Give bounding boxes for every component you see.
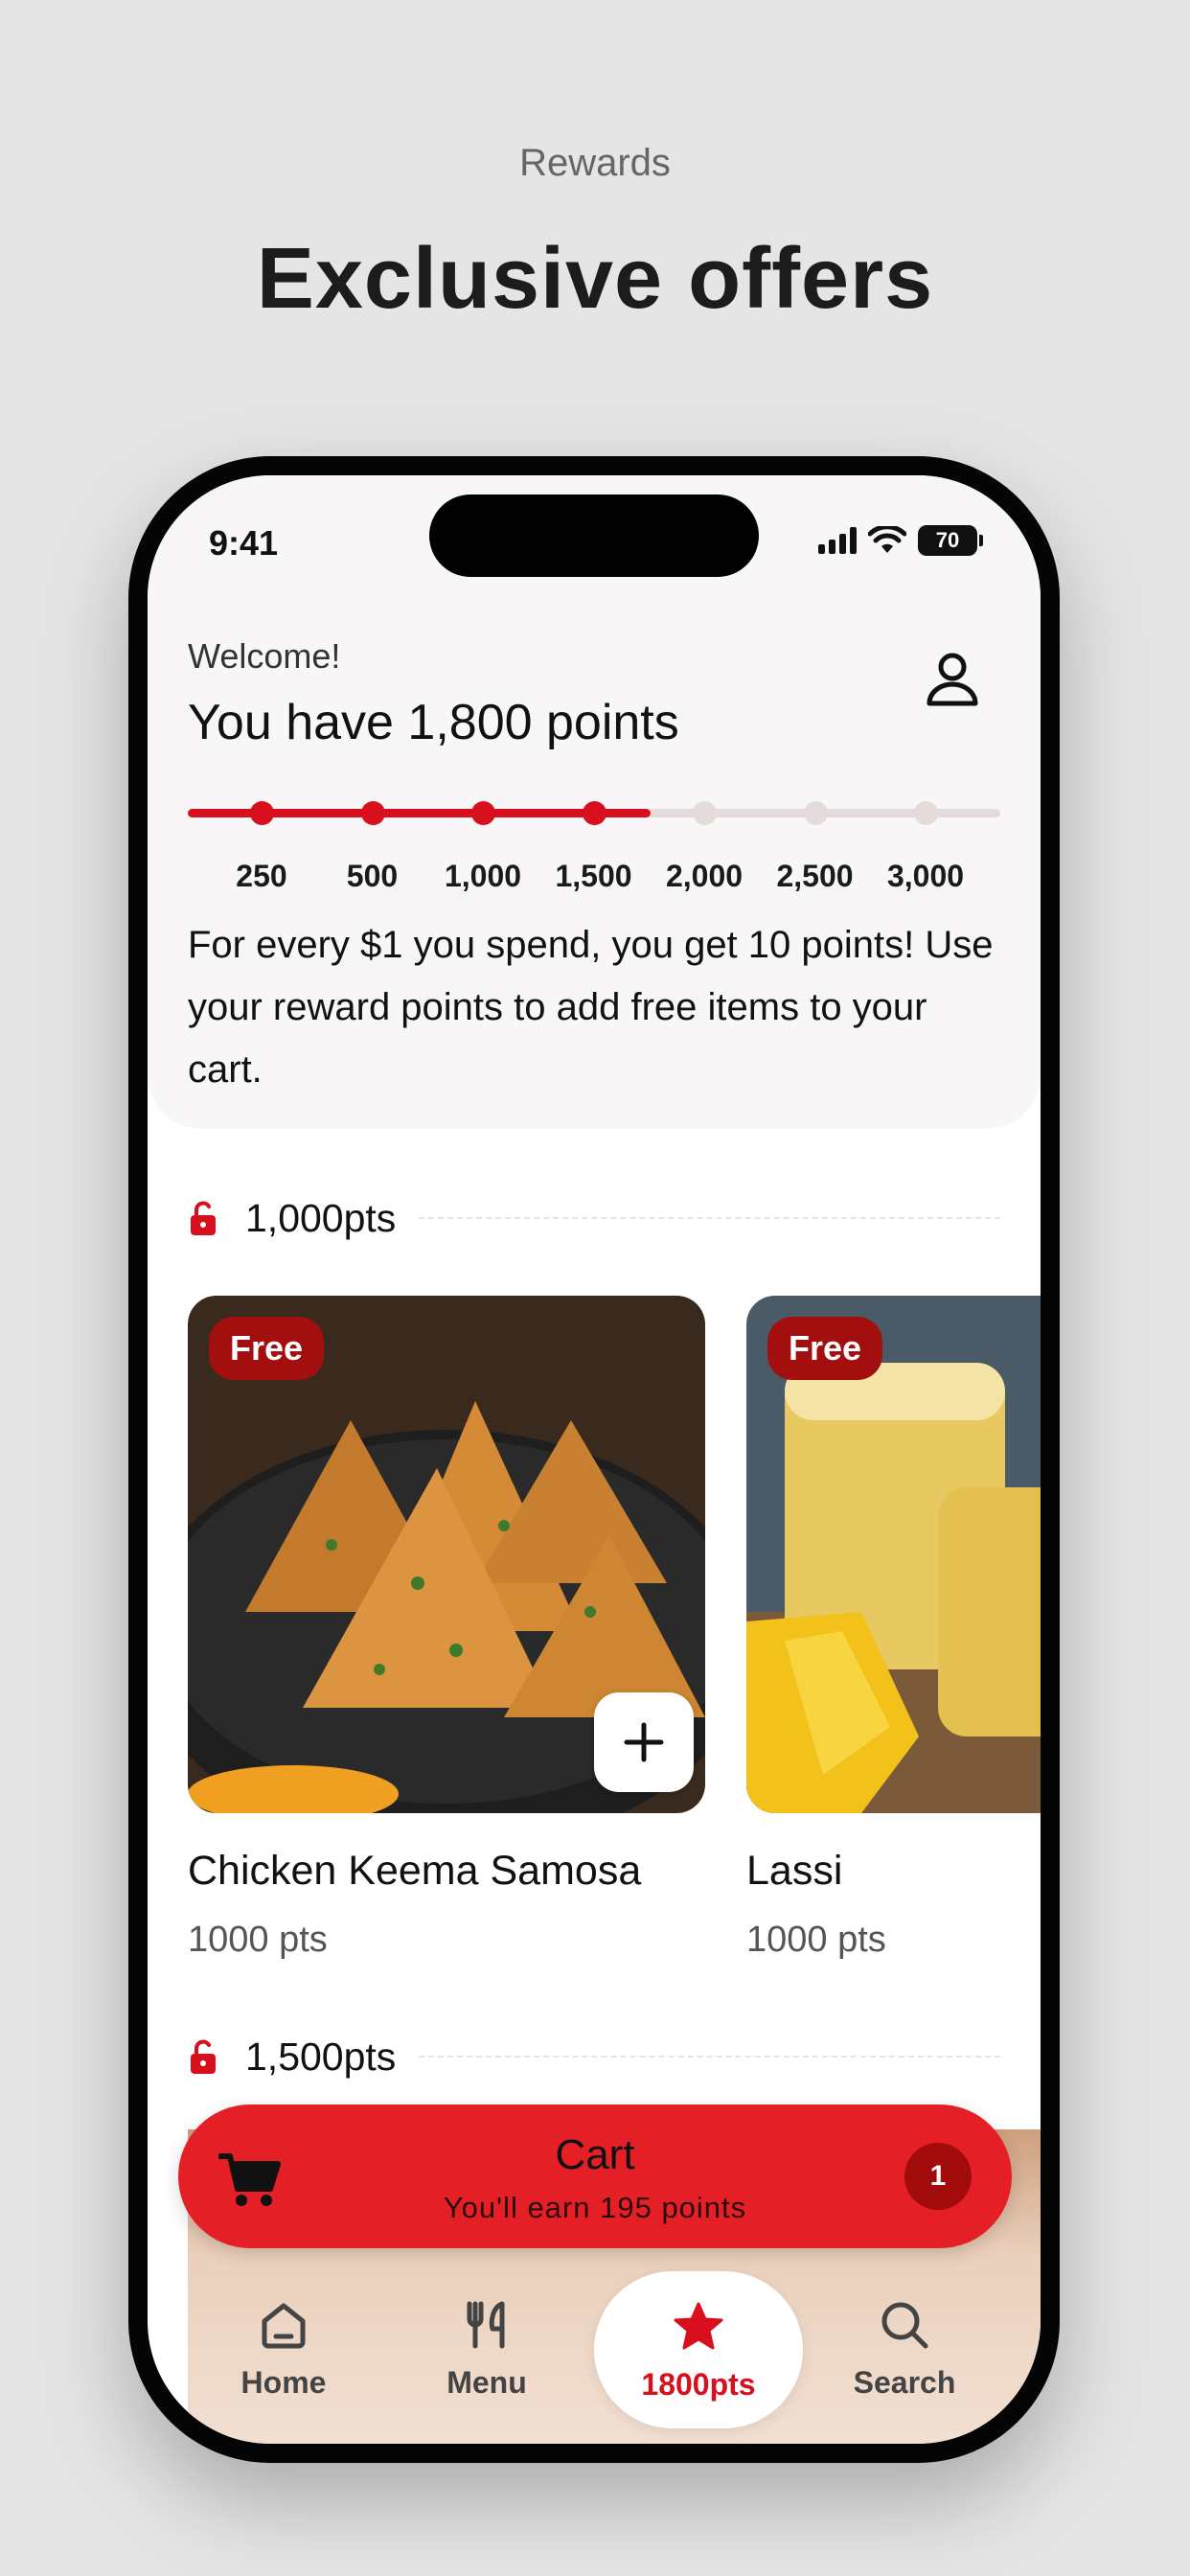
tab-bar: Home Menu 1800pts Search — [148, 2269, 1041, 2444]
cellular-signal-icon — [818, 527, 857, 554]
tab-menu[interactable]: Menu — [391, 2269, 583, 2432]
cart-points-earned: You'll earn 195 points — [443, 2191, 747, 2224]
tab-rewards[interactable]: 1800pts — [594, 2271, 803, 2428]
plus-icon — [624, 1722, 664, 1762]
utensils-icon — [467, 2301, 505, 2349]
milestone-dot — [803, 801, 828, 825]
tab-label: 1800pts — [641, 2367, 756, 2402]
phone-frame: 9:41 70 Welcome! You have 1,800 points 2… — [128, 456, 1060, 2463]
reward-item-card[interactable]: Free Chicken Keema Samosa 1000 pts — [188, 1296, 705, 1961]
dynamic-island — [429, 494, 759, 577]
samosa-image: Free — [188, 1296, 705, 1813]
cart-count-badge: 1 — [904, 2143, 972, 2210]
tab-label: Home — [240, 2365, 327, 2400]
milestone-dot — [250, 801, 274, 825]
tab-search[interactable]: Search — [809, 2269, 1000, 2432]
status-icons: 70 — [818, 525, 983, 556]
milestone-label: 2,500 — [776, 859, 854, 893]
headline: Exclusive offers — [256, 231, 934, 327]
section-header-1500: 1,500pts — [188, 2033, 1000, 2081]
section-divider — [419, 2056, 1000, 2058]
cart-button[interactable]: Cart You'll earn 195 points 1 — [178, 2104, 1012, 2248]
points-progress-bar — [188, 794, 1000, 832]
battery-icon: 70 — [918, 525, 983, 556]
milestone-dot — [582, 801, 606, 825]
tab-home[interactable]: Home — [188, 2269, 379, 2432]
milestone-label: 3,000 — [886, 859, 965, 893]
milestone-dot — [914, 801, 938, 825]
search-icon — [881, 2302, 928, 2349]
free-badge: Free — [767, 1317, 883, 1380]
item-points: 1000 pts — [188, 1920, 328, 1960]
unlock-icon — [191, 2039, 216, 2074]
section-label: 1,000pts — [245, 1195, 397, 1240]
section-label: 1,500pts — [245, 2034, 397, 2079]
add-button[interactable] — [594, 1692, 694, 1792]
tab-label: Menu — [446, 2365, 527, 2400]
milestone-dot — [471, 801, 495, 825]
person-icon[interactable] — [922, 648, 983, 709]
star-icon — [674, 2302, 723, 2350]
wifi-icon — [868, 526, 906, 553]
item-name: Lassi — [746, 1848, 843, 1894]
status-time: 9:41 — [209, 523, 279, 563]
milestone-label: 250 — [236, 859, 287, 893]
unlock-icon — [191, 1201, 216, 1235]
milestone-label: 500 — [346, 859, 399, 893]
milestone-label: 1,500 — [555, 859, 632, 893]
points-info-text: For every $1 you spend, you get 10 point… — [188, 924, 994, 1091]
tab-label: Search — [853, 2365, 956, 2400]
section-header-1000: 1,000pts — [188, 1194, 1000, 1242]
milestone-dot — [693, 801, 717, 825]
milestone-label: 1,000 — [444, 859, 522, 893]
item-points: 1000 pts — [746, 1920, 886, 1960]
caption: Rewards — [519, 142, 671, 184]
milestone-label: 2,000 — [665, 859, 744, 893]
cart-title: Cart — [555, 2131, 635, 2178]
welcome-text: Welcome! — [188, 636, 341, 676]
free-badge: Free — [209, 1317, 325, 1380]
item-name: Chicken Keema Samosa — [188, 1848, 642, 1894]
section-divider — [419, 1217, 1000, 1219]
milestone-dot — [360, 801, 385, 825]
home-icon — [262, 2303, 306, 2349]
app-screen: 9:41 70 Welcome! You have 1,800 points 2… — [148, 475, 1041, 2444]
lassi-image: Free — [746, 1296, 1041, 1813]
reward-item-card[interactable]: Free Lassi 1000 pts — [746, 1296, 1041, 1961]
points-total: You have 1,800 points — [188, 695, 679, 750]
